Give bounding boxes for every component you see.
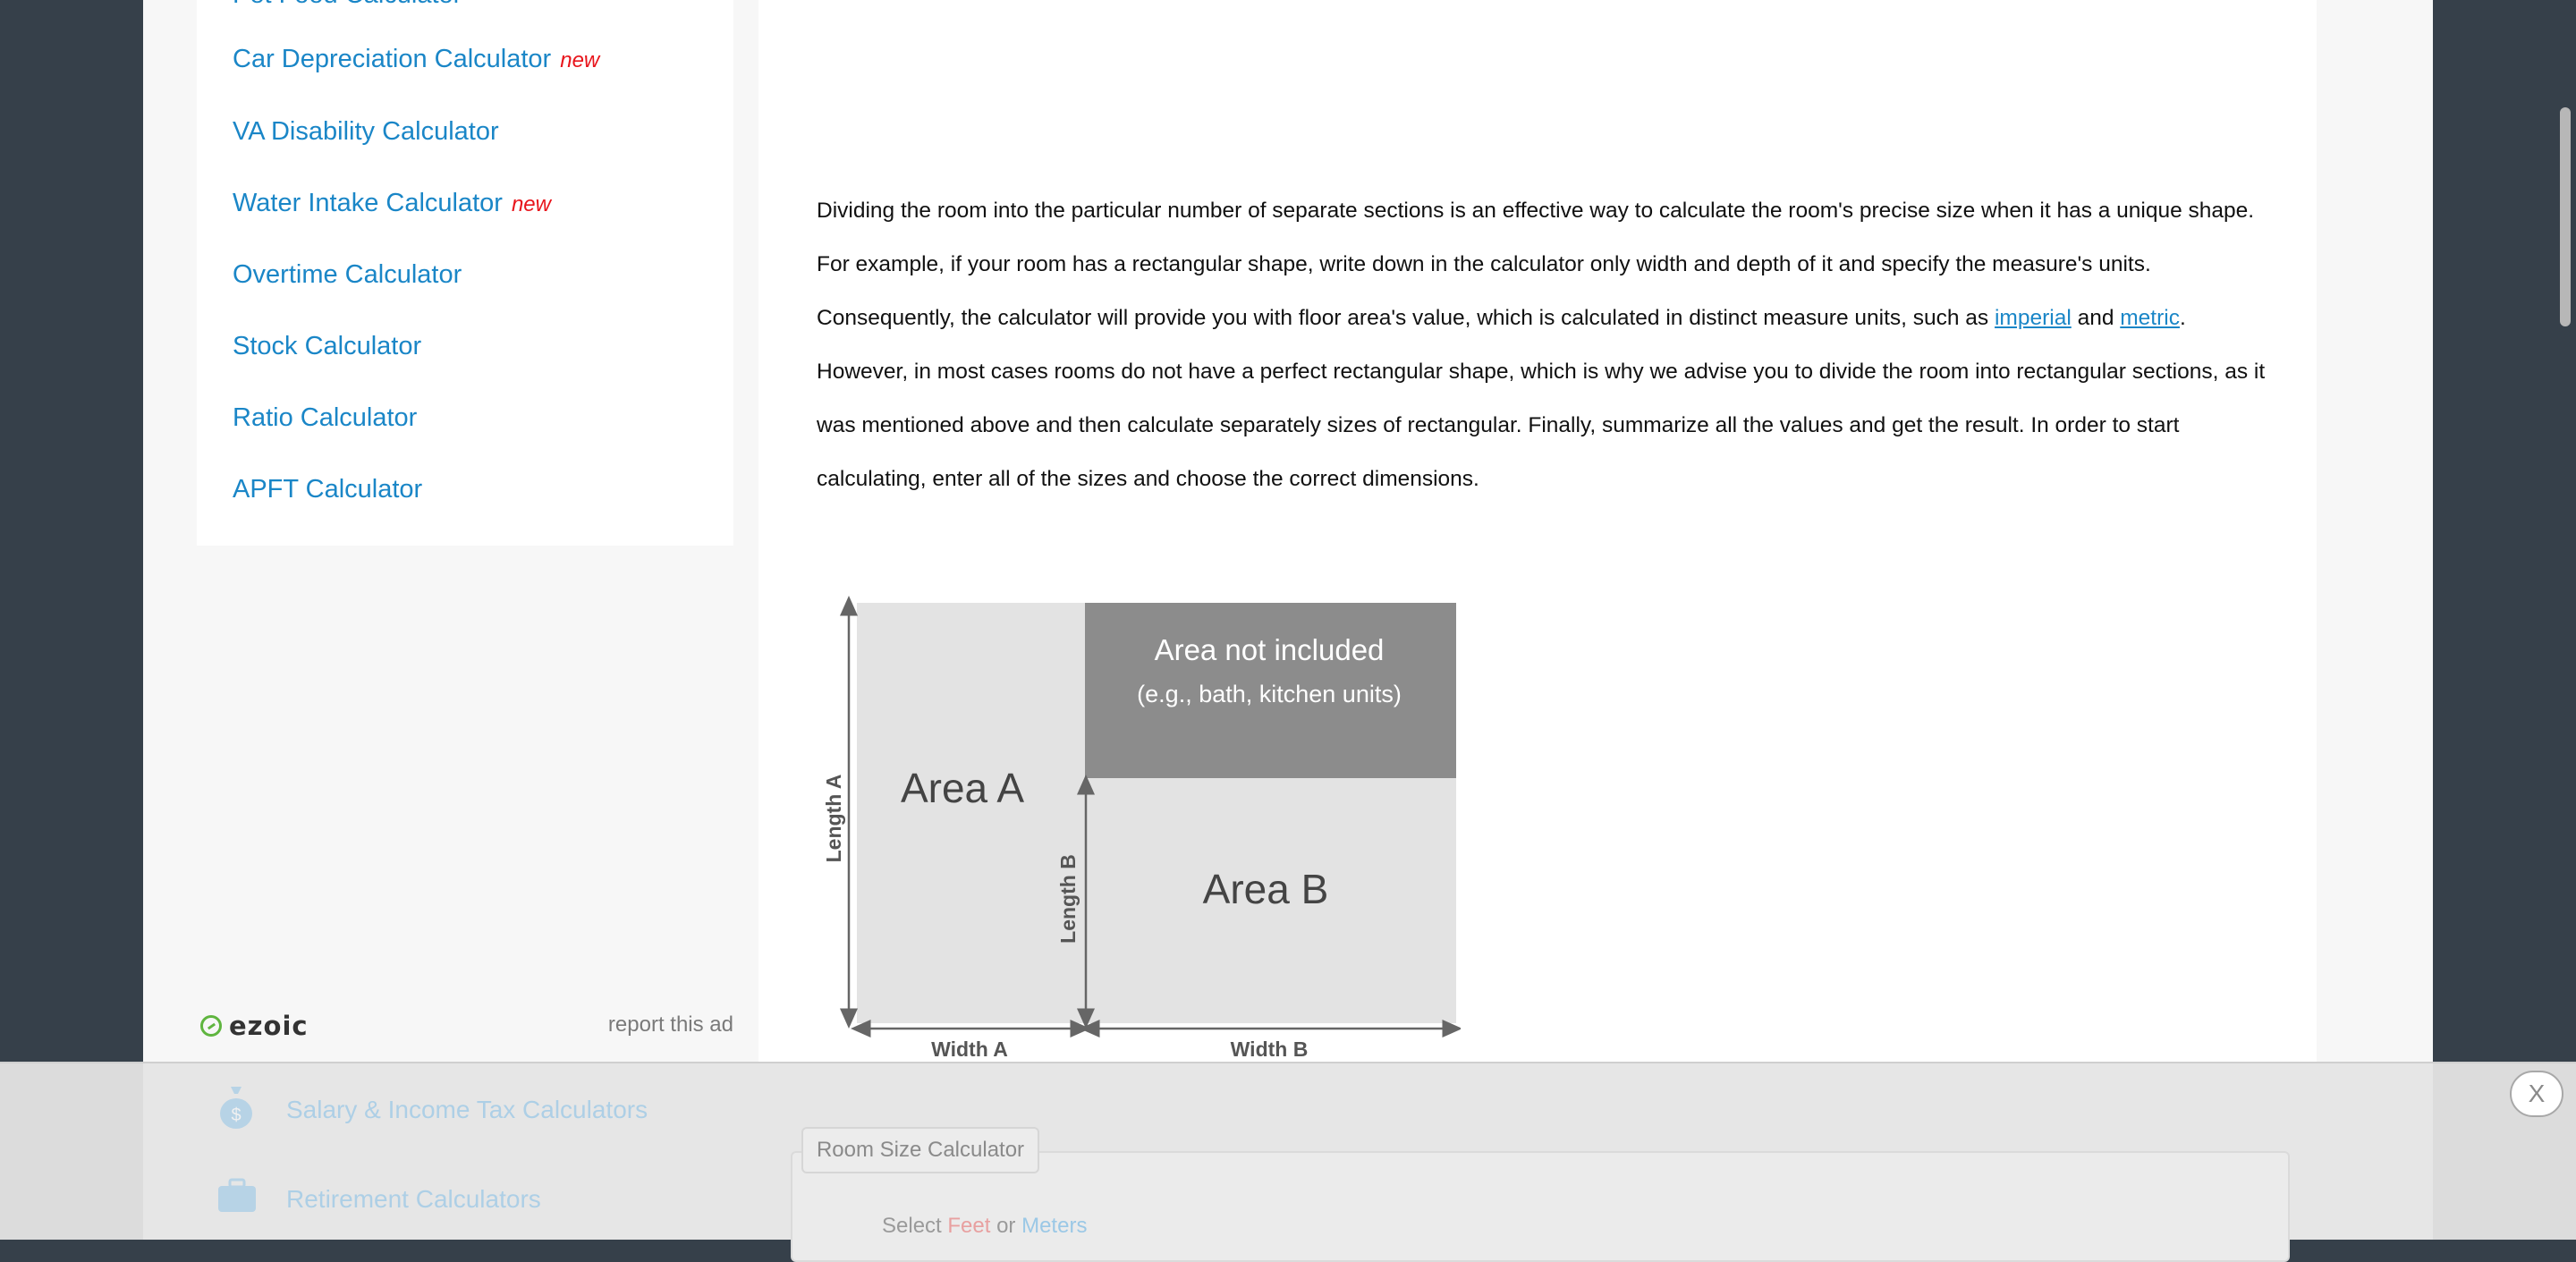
unit-select-line: Select Feet or Meters bbox=[882, 1214, 1087, 1239]
sidebar-item-label: Overtime Calculator bbox=[233, 260, 462, 289]
area-a-rect bbox=[857, 603, 1085, 1023]
ad-footer: ezoic report this ad bbox=[197, 1009, 733, 1045]
length-b-label: Length B bbox=[1056, 854, 1080, 944]
sidebar-item-label: Ratio Calculator bbox=[233, 403, 418, 432]
paragraph-text-2: . However, in most cases rooms do not ha… bbox=[817, 306, 2266, 491]
salary-tax-link[interactable]: Salary & Income Tax Calculators bbox=[286, 1096, 648, 1124]
length-a-label: Length A bbox=[822, 775, 845, 863]
close-button[interactable]: X bbox=[2510, 1071, 2563, 1117]
metric-link[interactable]: metric bbox=[2120, 306, 2180, 330]
paragraph-and: and bbox=[2071, 306, 2121, 330]
area-not-included-title: Area not included bbox=[1155, 633, 1385, 666]
sidebar-item-car-depreciation[interactable]: Car Depreciation Calculator new bbox=[233, 45, 599, 74]
scrollbar-thumb[interactable] bbox=[2560, 107, 2571, 326]
sidebar-item-label: Car Depreciation Calculator bbox=[233, 45, 552, 73]
sidebar-item-label: VA Disability Calculator bbox=[233, 117, 499, 146]
sidebar-item-label: Stock Calculator bbox=[233, 332, 422, 360]
sidebar-item-label: APFT Calculator bbox=[233, 475, 423, 504]
meters-option[interactable]: Meters bbox=[1021, 1214, 1087, 1238]
svg-text:$: $ bbox=[231, 1105, 241, 1125]
sidebar-item-va-disability[interactable]: VA Disability Calculator bbox=[233, 117, 499, 147]
width-b-label: Width B bbox=[1231, 1038, 1309, 1061]
right-gutter bbox=[2317, 0, 2433, 1240]
sidebar-item-stock[interactable]: Stock Calculator bbox=[233, 332, 421, 361]
ezoic-logo[interactable]: ezoic bbox=[200, 1011, 309, 1041]
briefcase-icon bbox=[218, 1178, 256, 1212]
sidebar-item-overtime[interactable]: Overtime Calculator bbox=[233, 260, 462, 290]
width-a-label: Width A bbox=[931, 1038, 1008, 1061]
sidebar-item-label: Water Intake Calculator bbox=[233, 189, 503, 217]
ezoic-brand: ezoic bbox=[229, 1011, 309, 1041]
sidebar-item-clipped[interactable]: Pet Food Calculator bbox=[233, 0, 462, 10]
select-or: or bbox=[990, 1214, 1022, 1238]
feet-option[interactable]: Feet bbox=[947, 1214, 990, 1238]
article-paragraph: Dividing the room into the particular nu… bbox=[817, 184, 2266, 506]
new-badge: new bbox=[511, 192, 551, 216]
room-diagram: Area A Area B Area not included (e.g., b… bbox=[822, 596, 1461, 1061]
sticky-bottom-bar: $ Salary & Income Tax Calculators Retire… bbox=[0, 1062, 2576, 1262]
area-b-label: Area B bbox=[1203, 866, 1329, 912]
room-size-tab[interactable]: Room Size Calculator bbox=[801, 1127, 1039, 1173]
imperial-link[interactable]: imperial bbox=[1995, 306, 2072, 330]
select-prefix: Select bbox=[882, 1214, 948, 1238]
report-ad-link[interactable]: report this ad bbox=[608, 1012, 733, 1038]
money-bag-icon: $ bbox=[220, 1087, 252, 1129]
sidebar-item-ratio[interactable]: Ratio Calculator bbox=[233, 403, 417, 433]
area-a-label: Area A bbox=[901, 765, 1024, 811]
sidebar-item-water-intake[interactable]: Water Intake Calculator new bbox=[233, 189, 551, 218]
sidebar-item-apft[interactable]: APFT Calculator bbox=[233, 475, 422, 504]
new-badge: new bbox=[560, 48, 600, 72]
retirement-link[interactable]: Retirement Calculators bbox=[286, 1185, 541, 1214]
bar-divider bbox=[0, 1062, 2576, 1063]
ezoic-icon bbox=[200, 1015, 222, 1037]
area-not-included-sub: (e.g., bath, kitchen units) bbox=[1137, 681, 1402, 707]
